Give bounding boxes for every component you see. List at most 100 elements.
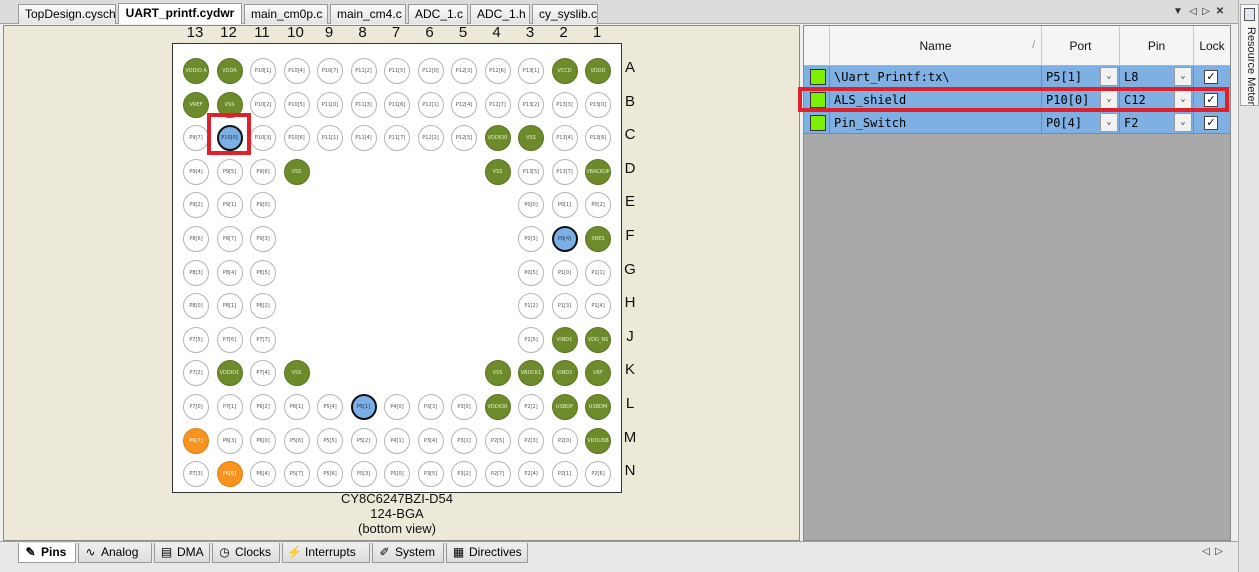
pin-ball[interactable]: P3[2] bbox=[451, 461, 477, 488]
pin-ball[interactable]: VIND2 bbox=[551, 360, 578, 387]
pin-ball[interactable]: P8[5] bbox=[250, 259, 276, 286]
pin-ball[interactable]: P2[6] bbox=[585, 461, 611, 488]
package-view[interactable]: 13 12 11 10 9 8 7 6 5 4 3 2 1 ABCDEFGHJKLMN VDDIO AV… bbox=[3, 24, 800, 541]
pin-ball[interactable]: P5[6] bbox=[283, 427, 310, 454]
pin-ball[interactable]: P2[4] bbox=[518, 461, 544, 488]
pin-ball[interactable]: P13[2] bbox=[518, 91, 544, 118]
tab-main-cm0p-c[interactable]: main_cm0p.c bbox=[244, 4, 328, 24]
pin-ball[interactable]: P8[2] bbox=[250, 293, 276, 320]
pin-ball[interactable]: P12[2] bbox=[417, 125, 444, 152]
tab-analog[interactable]: ∿ Analog bbox=[78, 543, 152, 563]
pin-ball[interactable]: P7[3] bbox=[183, 461, 209, 488]
pin-ball[interactable]: P11[7] bbox=[384, 125, 410, 152]
pin-ball[interactable]: P9[3] bbox=[250, 226, 276, 252]
pin-ball[interactable]: VDDIO A bbox=[183, 58, 209, 84]
pin-ball[interactable]: P6[3] bbox=[216, 427, 243, 454]
pin-ball[interactable]: P9[5] bbox=[216, 158, 243, 185]
pin-ball[interactable]: P7[4] bbox=[250, 360, 276, 387]
pin-ball[interactable]: P5[5] bbox=[317, 427, 343, 454]
pin-ball[interactable]: VDDA bbox=[216, 58, 243, 84]
pin-ball[interactable]: P2[5] bbox=[484, 427, 511, 454]
pin-ball[interactable]: VSS bbox=[484, 158, 511, 185]
tab-clocks[interactable]: ◷ Clocks bbox=[212, 543, 280, 563]
tab-adc1-h[interactable]: ADC_1.h bbox=[470, 4, 530, 24]
pin-ball[interactable]: P1[1] bbox=[585, 259, 611, 286]
pin-ball[interactable]: P10[4] bbox=[283, 58, 310, 84]
pin-ball[interactable]: P3[5] bbox=[417, 461, 444, 488]
pin-ball[interactable]: VDDUSB bbox=[585, 427, 611, 454]
pin-ball[interactable]: VSS bbox=[283, 158, 310, 185]
pin-ball[interactable]: P6[2] bbox=[250, 394, 276, 420]
pin-ball[interactable]: VSS bbox=[518, 125, 544, 152]
pin-ball[interactable]: P10[7] bbox=[317, 58, 343, 84]
pin-ball[interactable]: USBDP bbox=[551, 394, 578, 420]
pin-ball[interactable]: P11[0] bbox=[317, 91, 343, 118]
pin-ball[interactable]: P3[1] bbox=[451, 427, 477, 454]
tab-scroll-left-icon[interactable]: ◁ bbox=[1187, 5, 1199, 19]
pin-ball[interactable]: P10[6] bbox=[283, 125, 310, 152]
pin-ball[interactable]: P9[2] bbox=[183, 192, 209, 219]
pin-ball[interactable]: P3[0] bbox=[451, 394, 477, 420]
pin-ball[interactable]: P4[0] bbox=[384, 394, 410, 420]
pin-ball[interactable]: P9[4] bbox=[183, 158, 209, 185]
row-name[interactable]: \Uart_Printf:tx\ bbox=[830, 66, 1042, 88]
pin-ball[interactable]: P8[0] bbox=[183, 293, 209, 320]
pin-ball[interactable]: P12[0] bbox=[417, 58, 444, 84]
row-pin-select[interactable]: F2 ⌄ bbox=[1120, 112, 1194, 134]
pin-ball[interactable]: P13[4] bbox=[551, 125, 578, 152]
header-pin[interactable]: Pin bbox=[1120, 26, 1194, 66]
tab-interrupts[interactable]: ⚡ Interrupts bbox=[282, 543, 370, 563]
chevron-down-icon[interactable]: ⌄ bbox=[1174, 67, 1192, 86]
pin-ball[interactable]: P7[5] bbox=[183, 326, 209, 353]
pin-ball[interactable]: P13[6] bbox=[585, 125, 611, 152]
pin-ball[interactable]: P2[3] bbox=[518, 427, 544, 454]
header-name[interactable]: Name / bbox=[830, 26, 1042, 66]
pin-ball[interactable]: P10[1] bbox=[250, 58, 276, 84]
pin-ball[interactable]: P2[1] bbox=[551, 461, 578, 488]
pin-ball[interactable]: VRF bbox=[585, 360, 611, 387]
pin-ball[interactable]: P11[3] bbox=[350, 91, 377, 118]
tab-directives[interactable]: ▦ Directives bbox=[446, 543, 528, 563]
pin-ball[interactable]: P2[2] bbox=[518, 394, 544, 420]
pin-ball[interactable]: P0[4] bbox=[551, 226, 578, 252]
pin-ball[interactable]: P1[0] bbox=[551, 259, 578, 286]
pin-ball[interactable]: P9[1] bbox=[216, 192, 243, 219]
tab-pins[interactable]: ✎ Pins bbox=[18, 543, 76, 563]
pin-ball[interactable]: P11[2] bbox=[350, 58, 377, 84]
pin-ball[interactable]: P6[7] bbox=[183, 427, 209, 454]
pin-ball[interactable]: P5[1] bbox=[350, 394, 377, 420]
pin-ball[interactable]: P13[1] bbox=[518, 58, 544, 84]
lock-checkbox[interactable]: ✓ bbox=[1204, 70, 1218, 84]
pin-ball[interactable]: VSS bbox=[484, 360, 511, 387]
close-icon[interactable]: ✕ bbox=[1214, 5, 1226, 19]
pin-ball[interactable]: P12[3] bbox=[451, 58, 477, 84]
row-name[interactable]: Pin_Switch bbox=[830, 112, 1042, 134]
pin-ball[interactable]: VDDIOR bbox=[484, 394, 511, 420]
pin-ball[interactable]: P3[3] bbox=[417, 394, 444, 420]
header-lock[interactable]: Lock bbox=[1194, 26, 1230, 66]
tab-main-cm4-c[interactable]: main_cm4.c bbox=[330, 4, 406, 24]
pin-ball[interactable]: P13[7] bbox=[551, 158, 578, 185]
pin-ball[interactable]: VBUCK1 bbox=[518, 360, 544, 387]
pin-ball[interactable]: P6[4] bbox=[250, 461, 276, 488]
pin-ball[interactable]: P0[0] bbox=[518, 192, 544, 219]
pin-ball[interactable]: P8[3] bbox=[183, 259, 209, 286]
pin-ball[interactable]: VDD_NS bbox=[585, 326, 611, 353]
pin-ball[interactable]: P0[5] bbox=[518, 259, 544, 286]
pin-ball[interactable]: P8[4] bbox=[216, 259, 243, 286]
pin-ball[interactable]: VREF bbox=[183, 91, 209, 118]
pin-ball[interactable]: P8[1] bbox=[216, 293, 243, 320]
pin-ball[interactable]: P0[3] bbox=[518, 226, 544, 252]
pin-ball[interactable]: VIND1 bbox=[551, 326, 578, 353]
pin-ball[interactable]: P12[5] bbox=[451, 125, 477, 152]
pin-ball[interactable]: USBDM bbox=[585, 394, 611, 420]
pin-ball[interactable]: VSS bbox=[283, 360, 310, 387]
pin-ball[interactable]: P13[0] bbox=[585, 91, 611, 118]
pin-ball[interactable]: P4[1] bbox=[384, 427, 410, 454]
pin-ball[interactable]: VBACKUP bbox=[585, 158, 611, 185]
pin-ball[interactable]: P10[5] bbox=[283, 91, 310, 118]
pin-ball[interactable]: P11[6] bbox=[384, 91, 410, 118]
header-port[interactable]: Port bbox=[1042, 26, 1120, 66]
table-row[interactable]: \Uart_Printf:tx\ P5[1] ⌄ L8 ⌄ ✓ bbox=[804, 66, 1230, 88]
pin-ball[interactable]: P9[0] bbox=[250, 192, 276, 219]
